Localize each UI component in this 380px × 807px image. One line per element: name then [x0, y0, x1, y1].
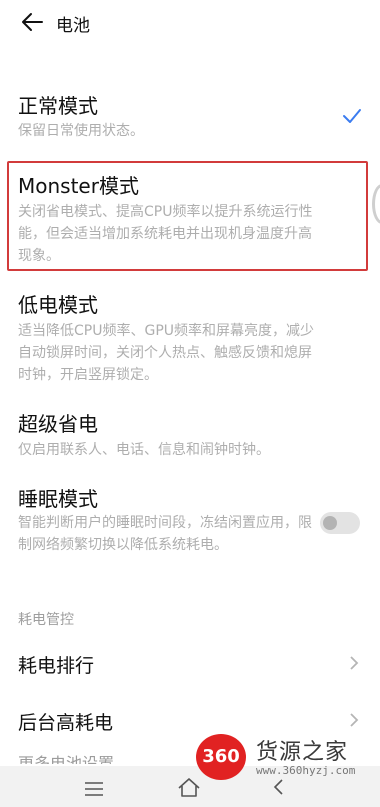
sleep-mode-toggle[interactable]	[320, 512, 360, 534]
mode-title: 低电模式	[18, 293, 98, 317]
mode-normal[interactable]: 正常模式 保留日常使用状态。	[0, 84, 380, 146]
row-background-drain[interactable]: 后台高耗电	[18, 708, 113, 735]
row-more-battery-settings[interactable]: 更多电池设置	[18, 752, 114, 764]
mode-title: 正常模式	[18, 94, 98, 118]
chevron-right-icon	[348, 712, 360, 728]
checkmark-icon	[342, 108, 362, 124]
header-bar: 电池	[0, 0, 380, 44]
mode-title: 睡眠模式	[18, 487, 98, 511]
mode-title: 超级省电	[18, 412, 98, 436]
mode-desc: 仅启用联系人、电话、信息和闹钟时钟。	[18, 442, 270, 458]
menu-icon[interactable]	[84, 781, 104, 796]
page-title: 电池	[56, 16, 90, 36]
watermark-url: www.360hyzj.com	[256, 764, 356, 777]
watermark: 360 货源之家 www.360hyzj.com	[196, 730, 380, 786]
section-label: 耗电管控	[18, 612, 74, 628]
watermark-logo: 360	[196, 734, 246, 780]
mode-low-power[interactable]: 低电模式 适当降低CPU频率、GPU频率和屏幕亮度，减少自动锁屏时间，关闭个人热…	[0, 284, 380, 388]
row-power-ranking[interactable]: 耗电排行	[18, 651, 94, 678]
mode-super-saver[interactable]: 超级省电 仅启用联系人、电话、信息和闹钟时钟。	[0, 403, 380, 467]
mode-desc: 关闭省电模式、提高CPU频率以提升系统运行性能，但会适当增加系统耗电并出现机身温…	[18, 204, 313, 264]
mode-title: Monster模式	[18, 174, 139, 198]
toggle-knob	[323, 516, 337, 530]
back-arrow-icon[interactable]	[18, 8, 48, 36]
watermark-text: 货源之家	[256, 740, 349, 765]
chevron-right-icon	[348, 655, 360, 671]
mode-monster[interactable]: Monster模式 关闭省电模式、提高CPU频率以提升系统运行性能，但会适当增加…	[0, 165, 380, 269]
mode-desc: 保留日常使用状态。	[18, 123, 144, 139]
mode-desc: 适当降低CPU频率、GPU频率和屏幕亮度，减少自动锁屏时间，关闭个人热点、触感反…	[18, 323, 315, 383]
mode-desc: 智能判断用户的睡眠时间段，冻结闲置应用，限制网络频繁切换以降低系统耗电。	[18, 515, 312, 553]
